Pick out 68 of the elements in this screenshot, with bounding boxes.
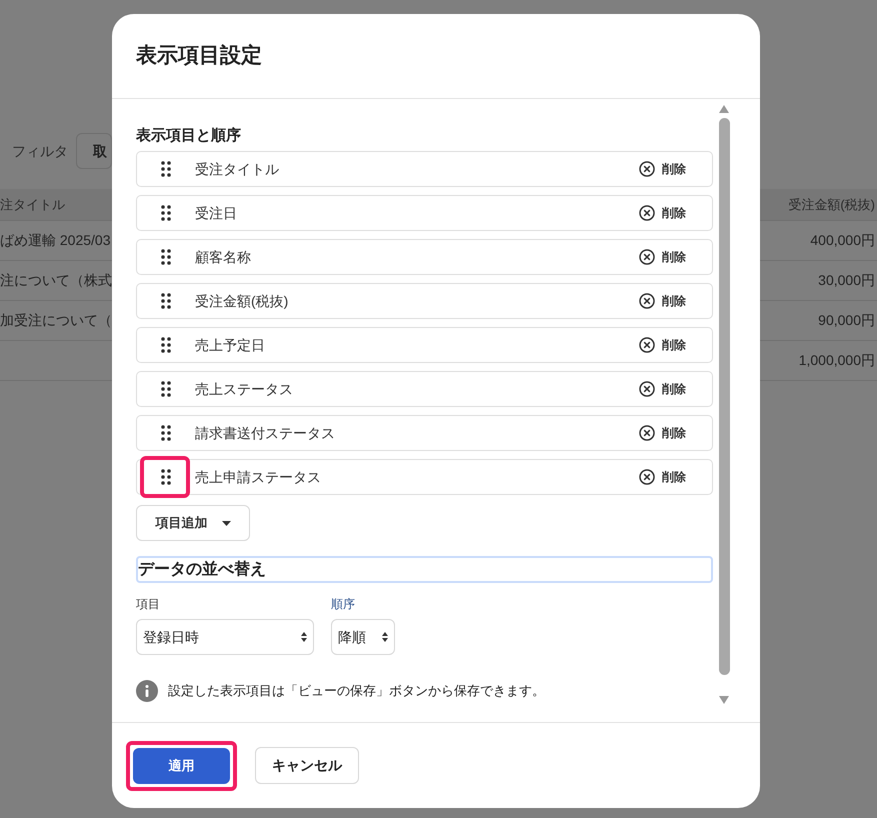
table-cell-text: 30,000円 <box>818 271 875 290</box>
select-field[interactable]: 登録日時 <box>136 619 314 655</box>
close-circle-icon <box>639 469 655 485</box>
list-item[interactable]: 顧客名称 削除 <box>136 239 713 275</box>
column-header: 注タイトル <box>0 196 65 214</box>
list-item[interactable]: 売上ステータス 削除 <box>136 371 713 407</box>
dialog-title: 表示項目設定 <box>136 42 262 70</box>
sort-heading: データの並べ替え <box>136 556 713 583</box>
remove-button[interactable]: 削除 <box>639 292 686 310</box>
drag-handle-icon[interactable] <box>161 381 171 397</box>
info-note: 設定した表示項目は「ビューの保存」ボタンから保存できます。 <box>168 682 545 700</box>
close-circle-icon <box>639 425 655 441</box>
item-label: 受注日 <box>195 204 238 222</box>
close-circle-icon <box>639 205 655 221</box>
remove-button[interactable]: 削除 <box>639 424 686 442</box>
drag-handle-icon[interactable] <box>161 337 171 353</box>
remove-button[interactable]: 削除 <box>639 336 686 354</box>
close-circle-icon <box>639 381 655 397</box>
list-item[interactable]: 受注金額(税抜) 削除 <box>136 283 713 319</box>
drag-handle-icon[interactable] <box>161 293 171 309</box>
drag-handle-icon[interactable] <box>161 469 171 485</box>
sort-arrows-icon <box>382 632 388 642</box>
remove-button[interactable]: 削除 <box>639 204 686 222</box>
item-label: 受注タイトル <box>195 160 280 178</box>
close-circle-icon <box>639 337 655 353</box>
drag-handle-icon[interactable] <box>161 161 171 177</box>
close-circle-icon <box>639 161 655 177</box>
close-circle-icon <box>639 293 655 309</box>
item-label: 受注金額(税抜) <box>195 292 290 311</box>
item-label: 顧客名称 <box>195 248 252 266</box>
drag-handle-icon[interactable] <box>161 205 171 221</box>
drag-handle-icon[interactable] <box>161 249 171 265</box>
remove-button[interactable]: 削除 <box>639 468 686 486</box>
list-item[interactable]: 売上申請ステータス 削除 <box>136 459 713 495</box>
scrollbar-thumb[interactable] <box>718 118 730 675</box>
scroll-up-icon[interactable] <box>718 104 730 114</box>
section-title: 表示項目と順序 <box>136 126 242 146</box>
list-item[interactable]: 受注日 削除 <box>136 195 713 231</box>
table-cell-text: ばめ運輸 2025/03 <box>0 231 110 250</box>
table-cell-text: 加受注について（ <box>0 311 112 330</box>
filter-label[interactable]: フィルタ <box>12 140 68 162</box>
list-item[interactable]: 受注タイトル 削除 <box>136 151 713 187</box>
remove-button[interactable]: 削除 <box>639 160 686 178</box>
item-label: 売上ステータス <box>195 380 294 398</box>
list-item[interactable]: 請求書送付ステータス 削除 <box>136 415 713 451</box>
drag-handle-icon[interactable] <box>161 425 171 441</box>
table-cell-text: 注について（株式 <box>0 271 112 290</box>
table-cell-text: 90,000円 <box>818 311 875 330</box>
apply-button[interactable]: 適用 <box>133 748 230 784</box>
item-label: 請求書送付ステータス <box>195 424 336 442</box>
field-label: 順序 <box>331 596 356 613</box>
scroll-down-icon[interactable] <box>718 695 730 705</box>
sort-arrows-icon <box>301 632 307 642</box>
add-item-button[interactable]: 項目追加 <box>136 505 250 541</box>
remove-button[interactable]: 削除 <box>639 248 686 266</box>
select-field[interactable]: 降順 <box>331 619 395 655</box>
list-item[interactable]: 売上予定日 削除 <box>136 327 713 363</box>
info-icon <box>136 680 158 702</box>
caret-icon <box>222 520 230 526</box>
cancel-button[interactable]: キャンセル <box>255 747 359 784</box>
item-label: 売上予定日 <box>195 336 266 354</box>
item-label: 売上申請ステータス <box>195 468 322 486</box>
column-header: 受注金額(税抜) <box>788 196 875 214</box>
close-circle-icon <box>639 249 655 265</box>
remove-button[interactable]: 削除 <box>639 380 686 398</box>
table-cell-text: 400,000円 <box>810 231 875 250</box>
table-cell-text: 1,000,000円 <box>798 351 875 370</box>
field-label: 項目 <box>136 596 161 613</box>
